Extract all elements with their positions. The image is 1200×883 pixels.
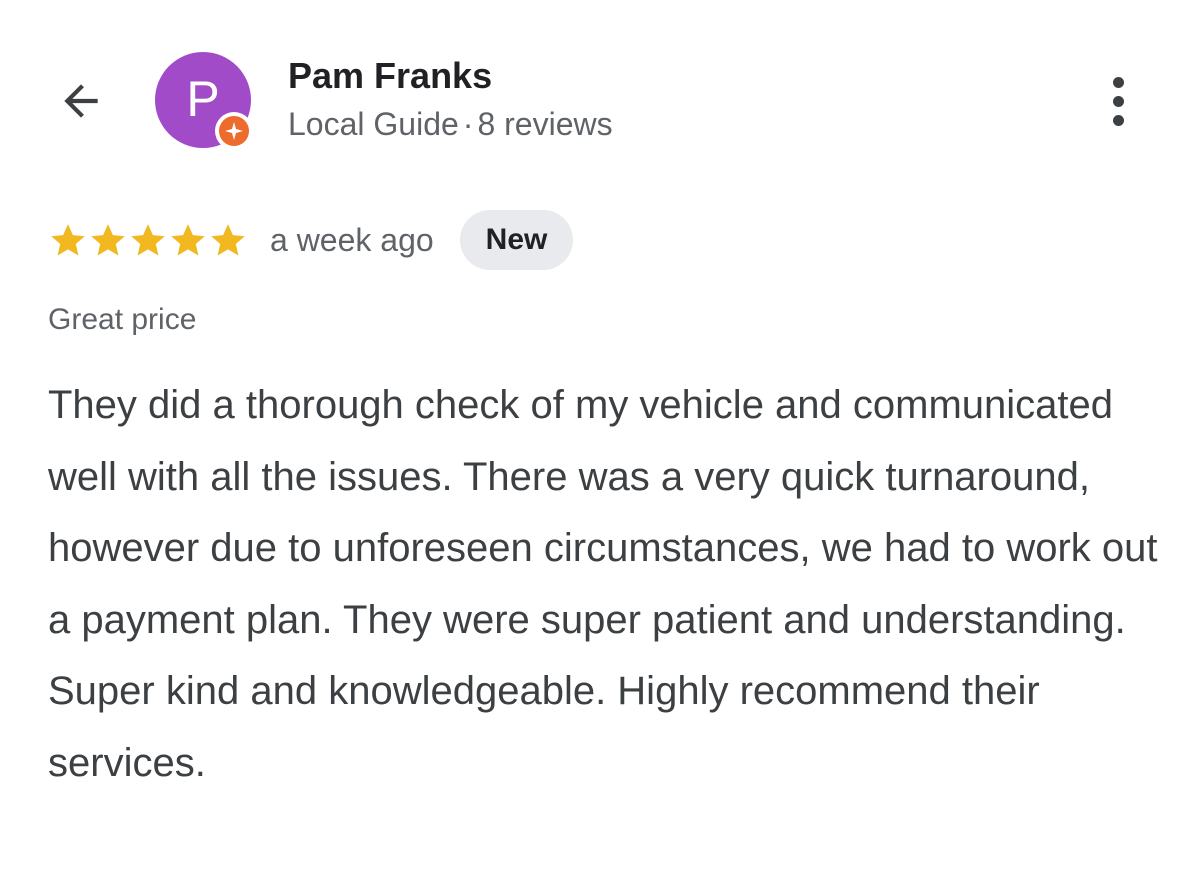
- more-vertical-icon-dot: [1112, 114, 1124, 126]
- local-guide-badge: [215, 112, 253, 150]
- reviewer-meta[interactable]: Local Guide · 8 reviews: [288, 104, 613, 144]
- review-text: They did a thorough check of my vehicle …: [48, 383, 1158, 785]
- back-button[interactable]: [50, 70, 112, 132]
- star-icon: [171, 224, 205, 256]
- more-vertical-icon-dot: [1112, 76, 1124, 88]
- star-icon: [131, 224, 165, 256]
- star-icon: [91, 224, 125, 256]
- arrow-back-icon: [64, 84, 98, 118]
- reviewer-name[interactable]: Pam Franks: [288, 54, 492, 98]
- rating-row: a week ago New: [48, 208, 574, 272]
- reviewer-review-count: 8 reviews: [477, 106, 613, 142]
- avatar-letter: P: [186, 71, 220, 127]
- star-icon: [51, 224, 85, 256]
- local-guide-badge-icon: [219, 116, 249, 146]
- meta-separator: ·: [462, 106, 474, 142]
- new-badge: New: [459, 210, 574, 270]
- star-icon: [211, 224, 245, 256]
- review-attribute: Great price: [48, 303, 197, 336]
- review-header: P Pam Franks Local Guide · 8 reviews: [0, 0, 1200, 160]
- more-options-button[interactable]: [1090, 66, 1146, 136]
- sparkle-icon: [225, 122, 243, 140]
- more-vertical-icon-dot: [1112, 95, 1124, 107]
- reviewer-role: Local Guide: [288, 106, 459, 142]
- star-rating: [48, 220, 248, 260]
- review-time: a week ago: [270, 221, 434, 258]
- reviewer-avatar-container[interactable]: P: [155, 52, 253, 150]
